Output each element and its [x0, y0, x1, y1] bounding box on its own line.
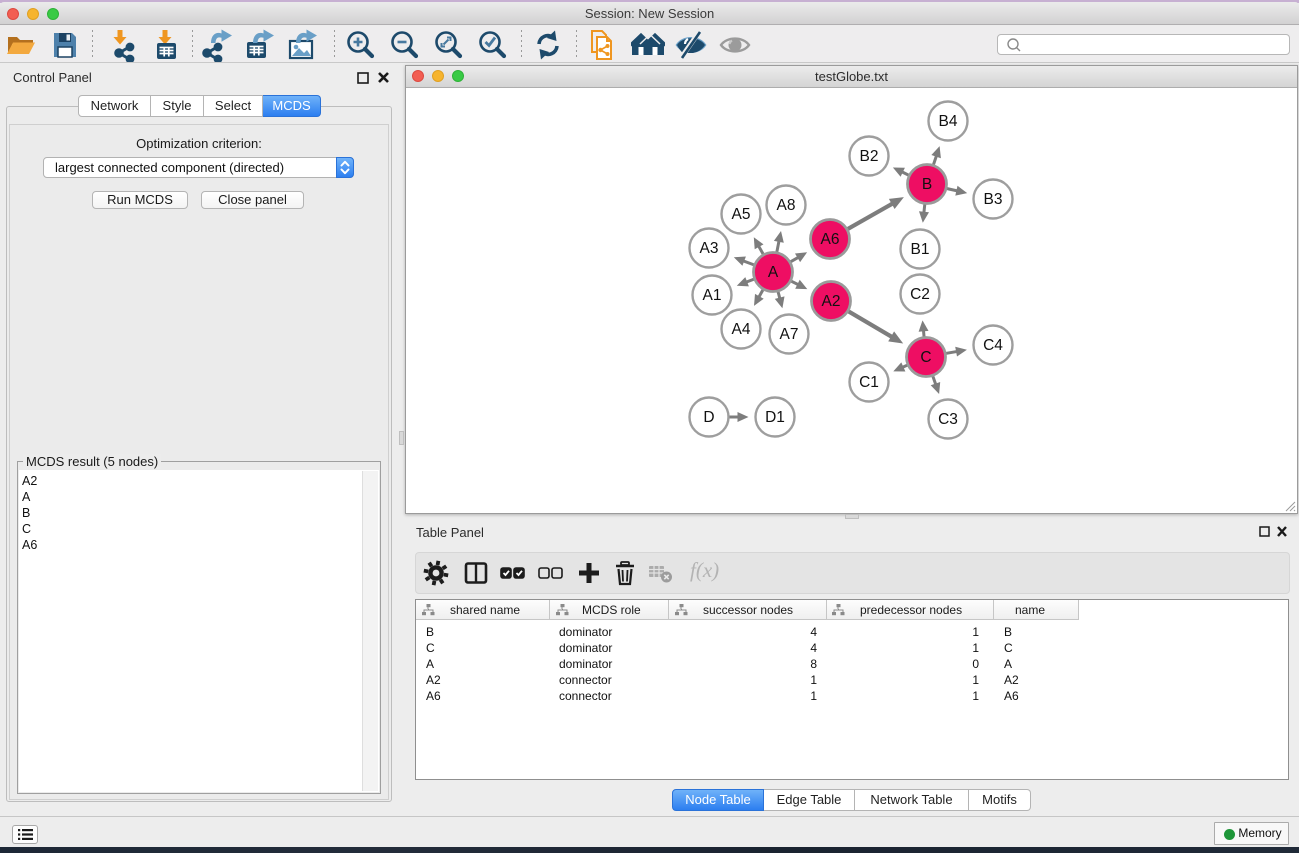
- svg-text:A2: A2: [822, 293, 841, 310]
- svg-text:A: A: [768, 264, 779, 281]
- svg-text:B2: B2: [860, 148, 879, 165]
- svg-text:B1: B1: [911, 241, 930, 258]
- svg-text:C1: C1: [859, 374, 879, 391]
- svg-text:C2: C2: [910, 286, 930, 303]
- svg-text:B4: B4: [939, 113, 958, 130]
- svg-text:A6: A6: [821, 231, 840, 248]
- svg-text:D1: D1: [765, 409, 785, 426]
- svg-text:B3: B3: [984, 191, 1003, 208]
- svg-text:A8: A8: [777, 197, 796, 214]
- svg-text:C3: C3: [938, 411, 958, 428]
- svg-text:B: B: [922, 176, 932, 193]
- svg-text:A7: A7: [780, 326, 799, 343]
- svg-text:A4: A4: [732, 321, 751, 338]
- svg-text:D: D: [703, 409, 714, 426]
- svg-text:A1: A1: [703, 287, 722, 304]
- svg-text:C4: C4: [983, 337, 1003, 354]
- svg-text:A5: A5: [732, 206, 751, 223]
- svg-text:A3: A3: [700, 240, 719, 257]
- svg-text:C: C: [920, 349, 931, 366]
